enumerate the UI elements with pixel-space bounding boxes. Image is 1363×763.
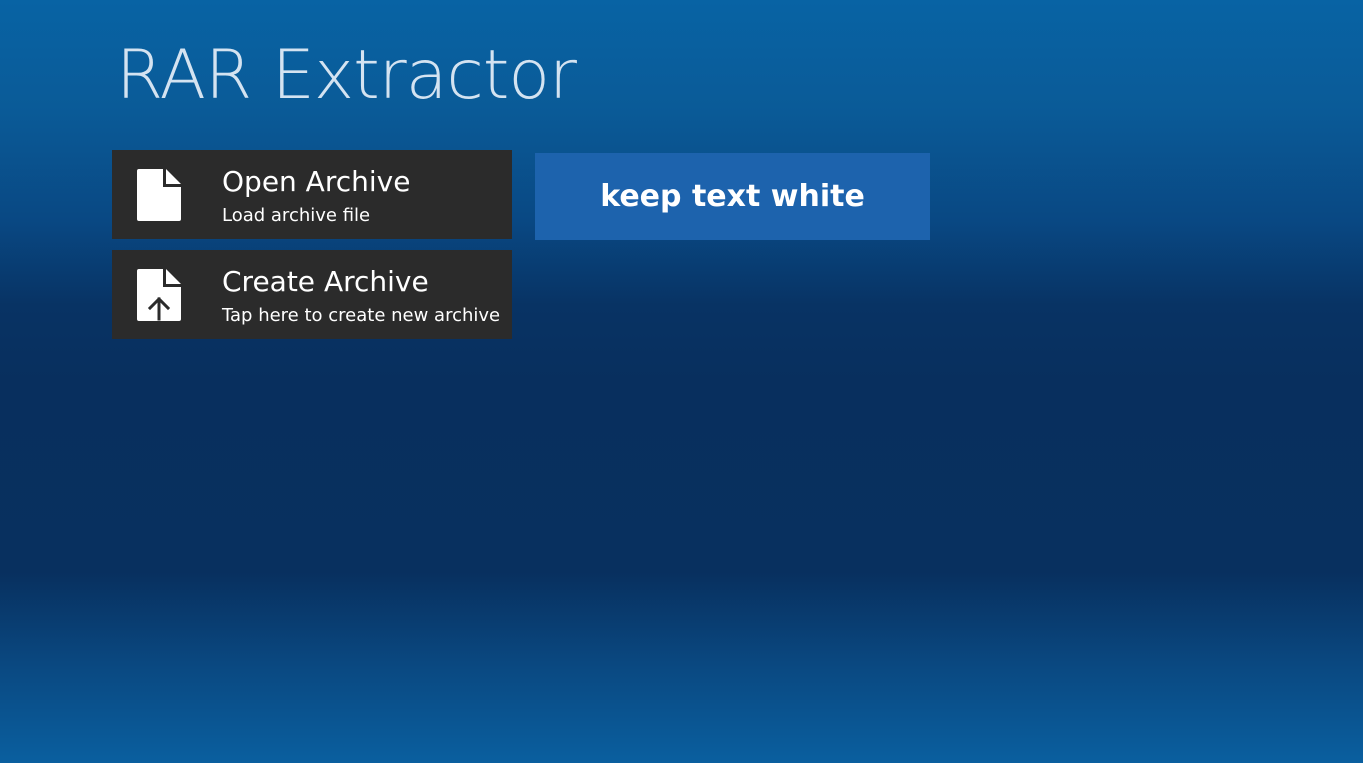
open-archive-tile[interactable]: Open Archive Load archive file bbox=[112, 150, 512, 239]
create-archive-title: Create Archive bbox=[222, 265, 429, 298]
create-archive-tile[interactable]: Create Archive Tap here to create new ar… bbox=[112, 250, 512, 339]
open-archive-subtitle: Load archive file bbox=[222, 205, 371, 226]
open-archive-title: Open Archive bbox=[222, 165, 411, 198]
document-upload-icon bbox=[137, 269, 181, 321]
app-title: RAR Extractor bbox=[116, 36, 577, 115]
document-icon bbox=[137, 169, 181, 221]
create-archive-subtitle: Tap here to create new archive bbox=[222, 305, 501, 326]
keep-text-white-button[interactable]: keep text white bbox=[535, 153, 930, 240]
